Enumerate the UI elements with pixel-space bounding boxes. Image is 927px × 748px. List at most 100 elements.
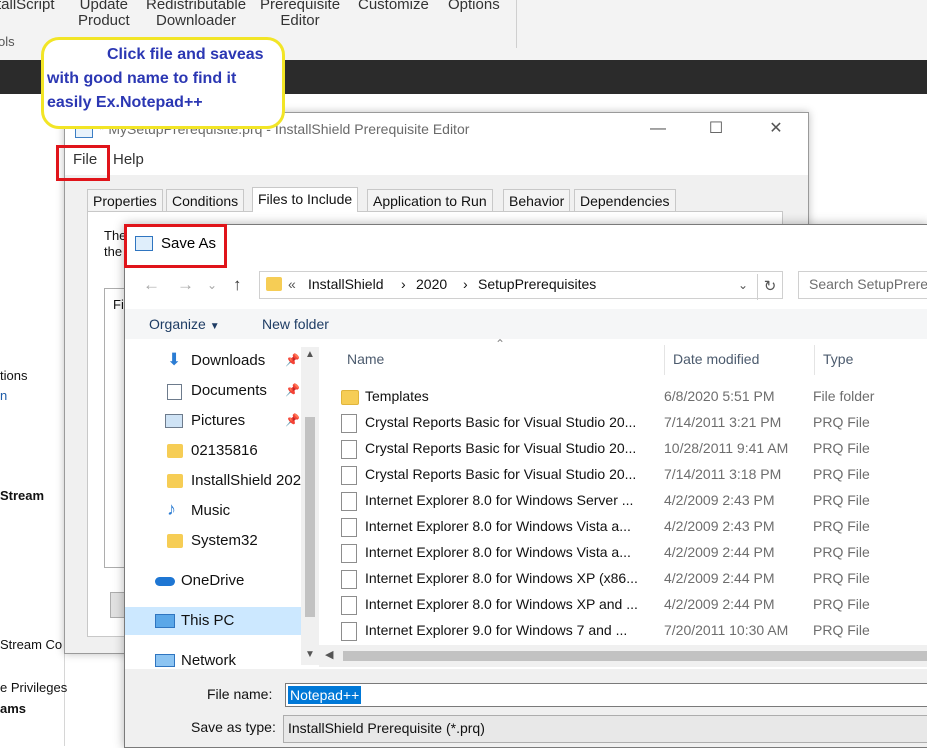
- left-panel-item[interactable]: e Privileges: [0, 680, 67, 695]
- nav-item-downloads[interactable]: ⬇ Downloads 📌: [125, 347, 301, 375]
- minimize-icon[interactable]: —: [643, 117, 673, 141]
- left-panel-item[interactable]: tions: [0, 368, 27, 383]
- nav-item-02135816[interactable]: 02135816: [125, 437, 301, 465]
- nav-item-system32[interactable]: System32: [125, 527, 301, 555]
- file-date: 10/28/2011 9:41 AM: [664, 440, 789, 456]
- maximize-icon[interactable]: ☐: [701, 117, 731, 141]
- files-list-header: Fi: [113, 297, 124, 312]
- computer-icon: [155, 614, 175, 628]
- navigation-pane: ⬇ Downloads 📌 Documents 📌 Pictures 📌 021…: [125, 347, 319, 669]
- chevron-down-icon: ▼: [209, 321, 220, 332]
- options-button[interactable]: Options: [448, 0, 500, 13]
- new-folder-button[interactable]: New folder: [262, 316, 329, 332]
- callout-text: Click file and saveas with good name to …: [47, 46, 264, 111]
- left-panel-item[interactable]: Stream Co: [0, 637, 62, 652]
- address-bar[interactable]: « InstallShield › 2020 › SetupPrerequisi…: [259, 271, 783, 300]
- left-panel-item[interactable]: ams: [0, 701, 26, 716]
- file-row[interactable]: Internet Explorer 9.0 for Windows 7 and …: [335, 618, 927, 644]
- file-list: Name ⌃ Date modified Type Templates 6/8/…: [335, 337, 927, 657]
- address-dropdown-icon[interactable]: ⌄: [738, 278, 748, 292]
- nav-item-pictures[interactable]: Pictures 📌: [125, 407, 301, 435]
- file-name-input[interactable]: Notepad++: [285, 683, 927, 707]
- file-row[interactable]: Crystal Reports Basic for Visual Studio …: [335, 462, 927, 488]
- scrollbar-thumb[interactable]: [305, 417, 315, 617]
- file-row[interactable]: Internet Explorer 8.0 for Windows Vista …: [335, 514, 927, 540]
- breadcrumb-installshield[interactable]: InstallShield: [308, 276, 384, 292]
- breadcrumb-overflow[interactable]: «: [288, 276, 296, 292]
- column-header-name[interactable]: Name: [347, 351, 384, 367]
- folder-icon: [341, 390, 359, 405]
- file-name: Internet Explorer 8.0 for Windows Vista …: [365, 518, 631, 534]
- installscript-button[interactable]: tallScript: [0, 0, 55, 13]
- left-panel: tions n Stream Stream Co e Privileges am…: [0, 94, 67, 746]
- file-row[interactable]: Crystal Reports Basic for Visual Studio …: [335, 436, 927, 462]
- organize-button[interactable]: Organize ▼: [149, 316, 220, 332]
- music-icon: ♪: [167, 499, 176, 519]
- save-as-highlight: [124, 224, 227, 268]
- file-date: 7/14/2011 3:18 PM: [664, 466, 782, 482]
- file-row[interactable]: Templates 6/8/2020 5:51 PM File folder: [335, 384, 927, 410]
- prerequisite-editor-button[interactable]: Prerequisite Editor: [260, 0, 340, 29]
- left-panel-item[interactable]: Stream: [0, 488, 44, 503]
- installscript-label: tallScript: [0, 0, 55, 13]
- tab-application-to-run[interactable]: Application to Run: [367, 189, 493, 212]
- tab-conditions[interactable]: Conditions: [166, 189, 245, 212]
- nav-item-this-pc[interactable]: This PC: [125, 607, 301, 635]
- breadcrumb-setupprerequisites[interactable]: SetupPrerequisites: [478, 276, 596, 292]
- help-menu[interactable]: Help: [113, 151, 144, 168]
- close-icon[interactable]: ✕: [761, 117, 791, 141]
- nav-scrollbar[interactable]: ▲ ▼: [301, 347, 319, 665]
- breadcrumb-2020[interactable]: 2020: [416, 276, 447, 292]
- nav-item-installshield-2020[interactable]: InstallShield 2020: [125, 467, 301, 495]
- left-panel-item[interactable]: n: [0, 388, 7, 403]
- ribbon-separator: [516, 0, 517, 48]
- column-separator[interactable]: [814, 345, 815, 375]
- tab-behavior[interactable]: Behavior: [503, 189, 571, 212]
- nav-item-music[interactable]: ♪ Music: [125, 497, 301, 525]
- nav-item-label: Downloads: [191, 352, 266, 369]
- back-arrow-icon[interactable]: ←: [143, 275, 160, 295]
- pin-icon[interactable]: 📌: [285, 413, 300, 427]
- tab-files-to-include[interactable]: Files to Include: [252, 187, 359, 212]
- customize-button[interactable]: Customize: [358, 0, 429, 13]
- nav-item-label: System32: [191, 532, 258, 549]
- tab-properties[interactable]: Properties: [87, 189, 163, 212]
- column-header-date[interactable]: Date modified: [673, 351, 759, 367]
- horizontal-scrollbar[interactable]: ◀: [319, 645, 927, 667]
- file-row[interactable]: Internet Explorer 8.0 for Windows Vista …: [335, 540, 927, 566]
- refresh-icon[interactable]: ↻: [757, 274, 782, 300]
- file-name-label: File name:: [207, 686, 273, 702]
- search-input[interactable]: Search SetupPrere: [798, 271, 927, 299]
- chevron-down-icon[interactable]: ⌄: [207, 278, 217, 292]
- instruction-callout: Click file and saveas with good name to …: [41, 37, 285, 129]
- file-name-value[interactable]: Notepad++: [286, 685, 363, 705]
- tab-dependencies[interactable]: Dependencies: [574, 189, 676, 212]
- update-product-button[interactable]: Update Product: [78, 0, 130, 29]
- file-icon: [341, 440, 357, 459]
- file-row[interactable]: Internet Explorer 8.0 for Windows XP (x8…: [335, 566, 927, 592]
- file-type: PRQ File: [813, 596, 870, 612]
- scroll-left-icon[interactable]: ◀: [325, 648, 333, 661]
- file-row[interactable]: Internet Explorer 8.0 for Windows Server…: [335, 488, 927, 514]
- forward-arrow-icon[interactable]: →: [177, 275, 194, 295]
- file-row[interactable]: Crystal Reports Basic for Visual Studio …: [335, 410, 927, 436]
- nav-item-onedrive[interactable]: OneDrive: [125, 567, 301, 595]
- menu-bar: File Help: [65, 145, 808, 175]
- pin-icon[interactable]: 📌: [285, 383, 300, 397]
- column-separator[interactable]: [664, 345, 665, 375]
- nav-item-documents[interactable]: Documents 📌: [125, 377, 301, 405]
- file-name: Internet Explorer 8.0 for Windows XP and…: [365, 596, 638, 612]
- save-type-select[interactable]: InstallShield Prerequisite (*.prq): [283, 715, 927, 743]
- scrollbar-thumb[interactable]: [343, 651, 927, 661]
- up-arrow-icon[interactable]: ↑: [233, 275, 242, 295]
- file-icon: [341, 596, 357, 615]
- pin-icon[interactable]: 📌: [285, 353, 300, 367]
- file-row[interactable]: Internet Explorer 8.0 for Windows XP and…: [335, 592, 927, 618]
- nav-item-label: InstallShield 2020: [191, 472, 301, 489]
- network-icon: [155, 654, 175, 667]
- scroll-down-icon[interactable]: ▼: [305, 649, 315, 660]
- redistributable-downloader-button[interactable]: Redistributable Downloader: [146, 0, 246, 29]
- scroll-up-icon[interactable]: ▲: [305, 349, 315, 360]
- column-header-type[interactable]: Type: [823, 351, 853, 367]
- customize-label: Customize: [358, 0, 429, 13]
